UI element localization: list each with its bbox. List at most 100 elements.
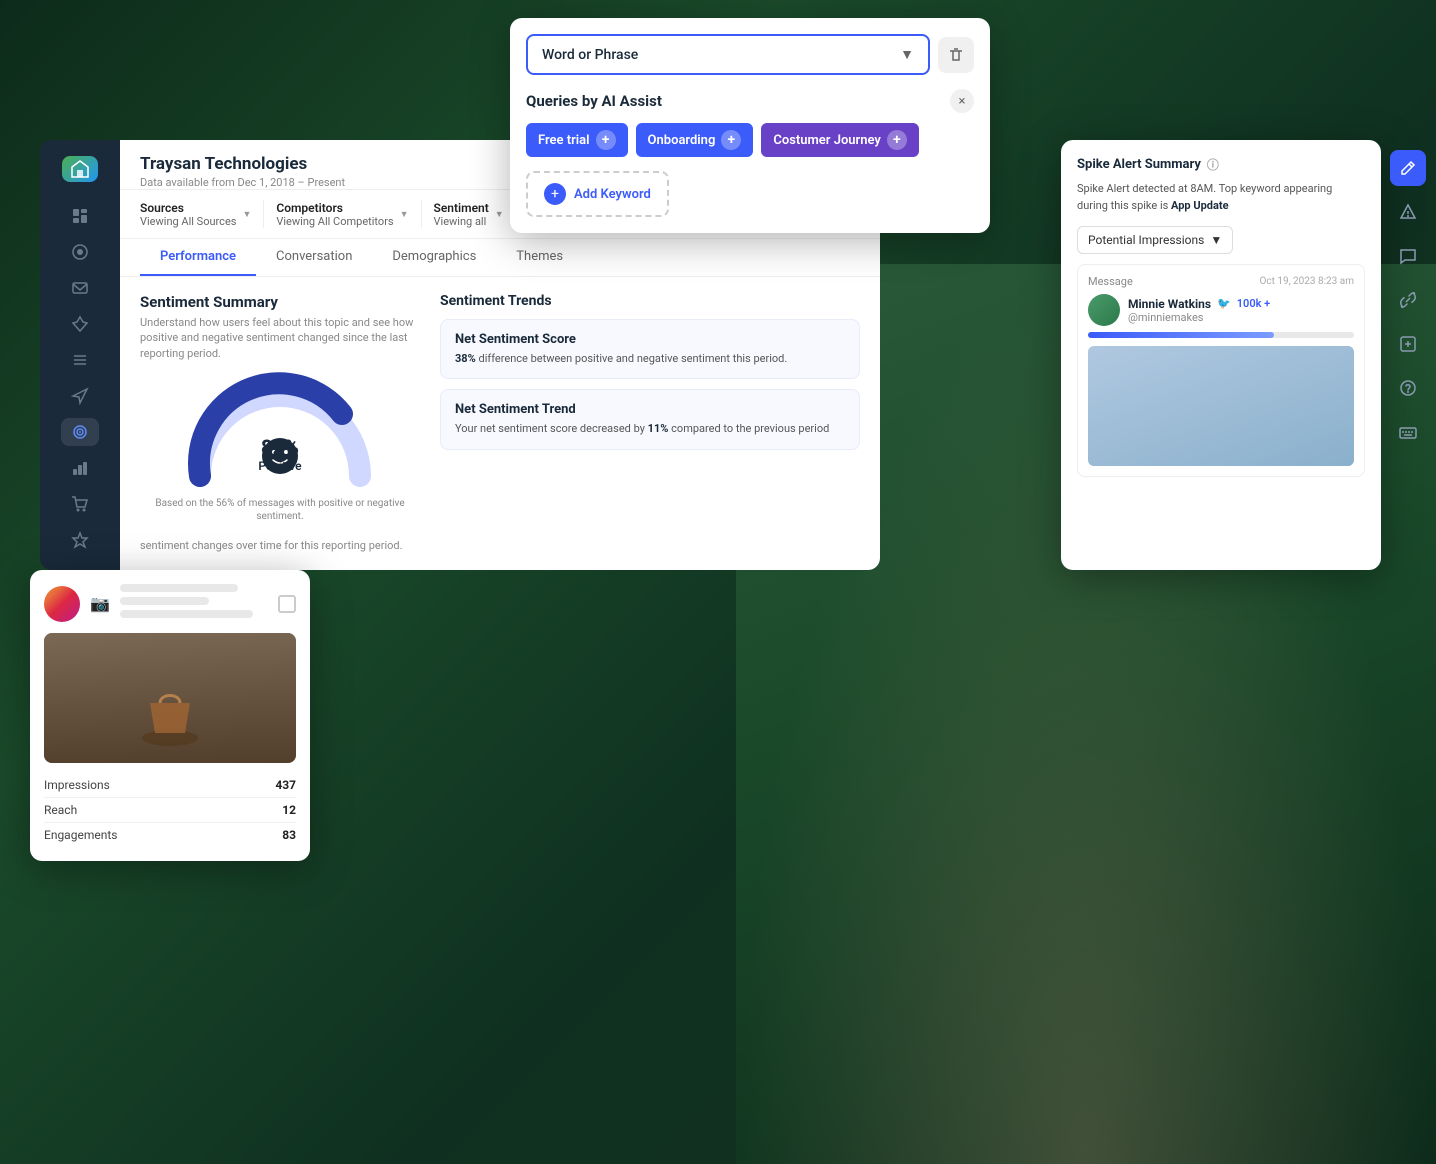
ig-engagements-row: Engagements 83 [44,823,296,847]
sidebar-icon-analytics[interactable] [61,238,99,266]
dashboard-tabs: Performance Conversation Demographics Th… [120,239,880,277]
sources-chevron: ▼ [242,209,251,220]
tag-onboarding-label: Onboarding [648,133,716,148]
net-trend-suffix: compared to the previous period [671,422,829,435]
add-keyword-button[interactable]: + Add Keyword [526,171,669,217]
sentiment-chart-svg [140,552,860,570]
edit-icon-button[interactable] [1390,150,1426,186]
impressions-dropdown[interactable]: Potential Impressions ▼ [1077,226,1233,254]
main-sidebar [40,140,120,570]
search-input-text: Word or Phrase [542,47,638,63]
sidebar-icon-shopping[interactable] [61,490,99,518]
sources-value: Viewing All Sources [140,215,236,228]
ig-reach-label: Reach [44,803,77,817]
plus-box-icon[interactable] [1390,326,1426,362]
ig-bar-3 [120,610,253,618]
ig-impressions-value: 437 [275,778,296,792]
tag-onboarding[interactable]: Onboarding + [636,123,754,157]
tab-performance[interactable]: Performance [140,239,256,276]
net-trend-prefix: Your net sentiment score decreased by [455,422,648,435]
ig-text-placeholder [120,584,268,623]
tag-free-trial-add-icon[interactable]: + [596,130,616,150]
tab-demographics[interactable]: Demographics [372,239,496,276]
ig-bar-1 [120,584,238,592]
ig-checkbox[interactable] [278,595,296,613]
add-keyword-label: Add Keyword [574,187,651,202]
keyboard-icon[interactable] [1390,414,1426,450]
popup-search-row: Word or Phrase ▼ [526,34,974,75]
ig-reach-value: 12 [282,803,296,817]
sources-filter[interactable]: Sources Viewing All Sources ▼ [140,201,251,228]
close-button[interactable]: × [950,89,974,113]
filter-separator-2 [421,200,422,228]
instagram-card: 📷 Impressions 437 Reach 12 Engagements 8… [30,570,310,861]
message-label: Message [1088,275,1133,288]
sidebar-icon-waveform[interactable] [61,418,99,446]
tweet-handle: @minniemakes [1128,311,1354,324]
sentiment-area: Sentiment Summary Understand how users f… [120,277,880,539]
tweet-followers: 100k + [1237,297,1270,310]
add-keyword-icon: + [544,183,566,205]
sidebar-icon-send[interactable] [61,382,99,410]
sidebar-logo[interactable] [62,156,98,182]
tweet-bar [1088,332,1354,338]
queries-header: Queries by AI Assist × [526,89,974,113]
tab-themes[interactable]: Themes [496,239,583,276]
ig-engagements-value: 83 [282,828,296,842]
tag-costumer-journey[interactable]: Costumer Journey + [761,123,919,157]
tweet-avatar [1088,294,1120,326]
ig-image-illustration [130,673,210,753]
sentiment-right-panel: Sentiment Trends Net Sentiment Score 38%… [440,293,860,523]
chart-description: sentiment changes over time for this rep… [120,539,880,552]
close-icon: × [959,94,966,109]
chart-desc-text: sentiment changes over time for this rep… [140,539,403,552]
sentiment-gauge: 82% Positive [180,371,380,491]
delete-button[interactable] [938,37,974,73]
sentiment-filter[interactable]: Sentiment Viewing all ▼ [434,201,504,228]
gauge-label: Positive [258,459,301,473]
help-icon[interactable] [1390,370,1426,406]
sidebar-icon-pin[interactable] [61,310,99,338]
chat-bubble-icon[interactable] [1390,238,1426,274]
company-name: Traysan Technologies [140,154,345,174]
sidebar-icon-mail[interactable] [61,274,99,302]
gauge-subtext: Based on the 56% of messages with positi… [140,497,420,523]
tag-costumer-journey-add-icon[interactable]: + [887,130,907,150]
sidebar-icon-star[interactable] [61,526,99,554]
net-trend-desc: Your net sentiment score decreased by 11… [455,421,845,436]
link-icon[interactable] [1390,282,1426,318]
tweet-image [1088,346,1354,466]
sidebar-icon-barchart[interactable] [61,454,99,482]
tab-conversation[interactable]: Conversation [256,239,372,276]
ig-header: 📷 [44,584,296,623]
tweet-card: Message Oct 19, 2023 8:23 am Minnie Watk… [1077,264,1365,477]
alert-triangle-icon[interactable] [1390,194,1426,230]
far-right-sidebar [1385,140,1431,460]
ig-bar-2 [120,597,209,605]
spike-keyword: App Update [1171,199,1229,212]
impressions-chevron-icon: ▼ [1210,233,1222,247]
sidebar-icon-list[interactable] [61,346,99,374]
queries-title: Queries by AI Assist [526,92,662,110]
sentiment-chevron: ▼ [495,209,504,220]
sentiment-title: Sentiment Summary [140,293,420,311]
ig-impressions-row: Impressions 437 [44,773,296,798]
net-score-title: Net Sentiment Score [455,332,845,347]
sidebar-icon-files[interactable] [61,202,99,230]
spike-title-text: Spike Alert Summary [1077,157,1201,172]
net-trend-title: Net Sentiment Trend [455,402,845,417]
competitors-chevron: ▼ [400,209,409,220]
ig-engagements-label: Engagements [44,828,117,842]
competitors-filter[interactable]: Competitors Viewing All Competitors ▼ [276,201,408,228]
tag-free-trial[interactable]: Free trial + [526,123,628,157]
data-range: Data available from Dec 1, 2018 – Presen… [140,176,345,189]
word-phrase-input[interactable]: Word or Phrase ▼ [526,34,930,75]
sources-label: Sources [140,201,236,215]
ig-impressions-label: Impressions [44,778,110,792]
gauge-percentage: 82% [258,435,301,459]
tag-onboarding-add-icon[interactable]: + [721,130,741,150]
sentiment-label: Sentiment [434,201,489,215]
query-tags: Free trial + Onboarding + Costumer Journ… [526,123,974,157]
tag-costumer-journey-label: Costumer Journey [773,133,881,148]
net-sentiment-card: Net Sentiment Score 38% difference betwe… [440,319,860,379]
